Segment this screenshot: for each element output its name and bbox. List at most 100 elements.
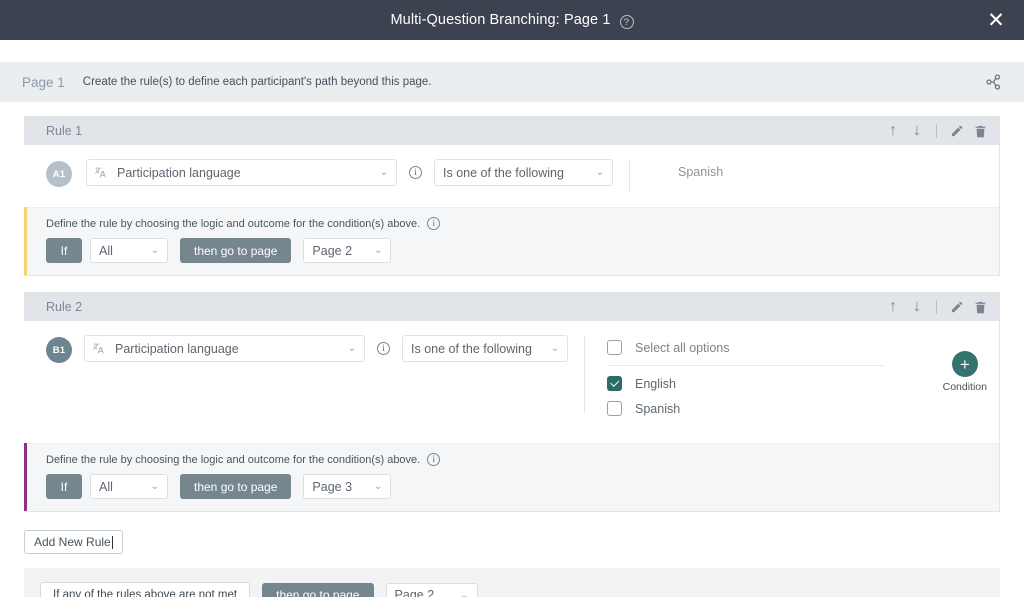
- info-icon[interactable]: i: [427, 453, 440, 466]
- rule-header: Rule 1 ↑ ↓: [24, 117, 999, 145]
- if-button[interactable]: If: [46, 238, 82, 263]
- condition-answer-value: Spanish: [678, 165, 723, 179]
- translate-icon: [93, 342, 106, 355]
- quantifier-select[interactable]: All ⌄: [90, 238, 168, 263]
- trash-icon[interactable]: [969, 120, 991, 142]
- page-description: Create the rule(s) to define each partic…: [83, 76, 432, 88]
- fallback-rule-row: If any of the rules above are not met th…: [24, 568, 1000, 597]
- then-go-to-page-button[interactable]: then go to page: [180, 474, 291, 499]
- option-row-spanish[interactable]: Spanish: [607, 396, 885, 421]
- answer-option-list: Select all options English Spanish: [607, 335, 885, 421]
- info-icon[interactable]: i: [377, 342, 390, 355]
- rule-logic-row: If All ⌄ then go to page Page 2 ⌄: [46, 238, 989, 263]
- rule-logic-row: If All ⌄ then go to page Page 3 ⌄: [46, 474, 989, 499]
- target-page-select[interactable]: Page 3 ⌄: [303, 474, 391, 499]
- rule-header: Rule 2 ↑ ↓: [24, 293, 999, 321]
- condition-row: A1 Participation language ⌄ i Is one of …: [24, 145, 999, 207]
- branching-dialog: Multi-Question Branching: Page 1? ✕ Page…: [0, 0, 1024, 597]
- chevron-down-icon: ⌄: [139, 245, 159, 256]
- chevron-down-icon: ⌄: [448, 590, 468, 597]
- question-select[interactable]: Participation language ⌄: [86, 159, 397, 186]
- operator-select[interactable]: Is one of the following ⌄: [434, 159, 613, 186]
- chevron-down-icon: ⌄: [541, 343, 559, 354]
- condition-badge: B1: [46, 337, 72, 363]
- move-rule-up-icon[interactable]: ↑: [882, 296, 904, 318]
- question-select[interactable]: Participation language ⌄: [84, 335, 365, 362]
- target-page-value: Page 3: [312, 480, 352, 494]
- rule-card: Rule 1 ↑ ↓ A1: [24, 116, 1000, 276]
- rule-title: Rule 1: [46, 124, 82, 138]
- text-cursor: [112, 536, 113, 549]
- add-condition-label: Condition: [943, 381, 987, 393]
- quantifier-value: All: [99, 244, 113, 258]
- option-checkbox-spanish[interactable]: [607, 401, 622, 416]
- fallback-condition-label[interactable]: If any of the rules above are not met: [40, 582, 250, 597]
- question-circle-icon[interactable]: ?: [620, 15, 634, 29]
- add-new-rule-label: Add New Rule: [34, 535, 111, 549]
- chevron-down-icon: ⌄: [586, 167, 604, 178]
- select-all-label: Select all options: [635, 341, 730, 355]
- condition-divider: [629, 159, 630, 193]
- titlebar-spacer: [0, 40, 1024, 62]
- option-label-spanish: Spanish: [635, 402, 680, 416]
- page-header-strip: Page 1 Create the rule(s) to define each…: [0, 62, 1024, 102]
- dialog-title: Multi-Question Branching: Page 1?: [390, 12, 633, 29]
- question-select-value: Participation language: [117, 166, 241, 180]
- select-all-checkbox[interactable]: [607, 340, 622, 355]
- option-list-divider: [607, 365, 885, 366]
- chevron-down-icon: ⌄: [338, 343, 356, 354]
- rule-logic-area: Define the rule by choosing the logic an…: [24, 207, 999, 275]
- fallback-target-page-value: Page 2: [395, 588, 435, 597]
- condition-row: B1 Participation language ⌄ i Is one of …: [24, 321, 999, 443]
- target-page-select[interactable]: Page 2 ⌄: [303, 238, 391, 263]
- close-icon[interactable]: ✕: [982, 6, 1010, 34]
- chevron-down-icon: ⌄: [362, 481, 382, 492]
- select-all-options-row[interactable]: Select all options: [607, 335, 885, 360]
- add-new-rule-button[interactable]: Add New Rule: [24, 530, 123, 554]
- operator-select-value: Is one of the following: [443, 166, 564, 180]
- pencil-icon[interactable]: [945, 120, 967, 142]
- info-icon[interactable]: i: [409, 166, 422, 179]
- dialog-titlebar: Multi-Question Branching: Page 1? ✕: [0, 0, 1024, 40]
- chevron-down-icon: ⌄: [370, 167, 388, 178]
- option-checkbox-english[interactable]: [607, 376, 622, 391]
- add-condition-button[interactable]: + Condition: [943, 351, 987, 393]
- quantifier-value: All: [99, 480, 113, 494]
- question-select-value: Participation language: [115, 342, 239, 356]
- rule-logic-area: Define the rule by choosing the logic an…: [24, 443, 999, 511]
- action-divider: [936, 124, 937, 138]
- fallback-target-page-select[interactable]: Page 2 ⌄: [386, 583, 478, 597]
- operator-select-value: Is one of the following: [411, 342, 532, 356]
- rules-body: Rule 1 ↑ ↓ A1: [0, 102, 1024, 597]
- chevron-down-icon: ⌄: [139, 481, 159, 492]
- branching-icon[interactable]: [984, 72, 1004, 92]
- condition-badge: A1: [46, 161, 72, 187]
- condition-divider: [584, 335, 585, 413]
- rule-logic-help-text: Define the rule by choosing the logic an…: [46, 218, 420, 230]
- move-rule-up-icon[interactable]: ↑: [882, 120, 904, 142]
- operator-select[interactable]: Is one of the following ⌄: [402, 335, 568, 362]
- option-label-english: English: [635, 377, 676, 391]
- translate-icon: [95, 166, 108, 179]
- option-row-english[interactable]: English: [607, 371, 885, 396]
- rule-logic-help: Define the rule by choosing the logic an…: [46, 217, 989, 230]
- info-icon[interactable]: i: [427, 217, 440, 230]
- rule-header-actions: ↑ ↓: [882, 296, 991, 318]
- plus-icon: +: [952, 351, 978, 377]
- if-button[interactable]: If: [46, 474, 82, 499]
- dialog-title-text: Multi-Question Branching: Page 1: [390, 12, 610, 28]
- page-label: Page 1: [22, 75, 65, 90]
- rule-title: Rule 2: [46, 300, 82, 314]
- then-go-to-page-button[interactable]: then go to page: [180, 238, 291, 263]
- rule-header-actions: ↑ ↓: [882, 120, 991, 142]
- move-rule-down-icon[interactable]: ↓: [906, 120, 928, 142]
- trash-icon[interactable]: [969, 296, 991, 318]
- action-divider: [936, 300, 937, 314]
- pencil-icon[interactable]: [945, 296, 967, 318]
- quantifier-select[interactable]: All ⌄: [90, 474, 168, 499]
- move-rule-down-icon[interactable]: ↓: [906, 296, 928, 318]
- rule-logic-help-text: Define the rule by choosing the logic an…: [46, 454, 420, 466]
- chevron-down-icon: ⌄: [362, 245, 382, 256]
- rule-logic-help: Define the rule by choosing the logic an…: [46, 453, 989, 466]
- fallback-then-go-to-page-button[interactable]: then go to page: [262, 583, 373, 597]
